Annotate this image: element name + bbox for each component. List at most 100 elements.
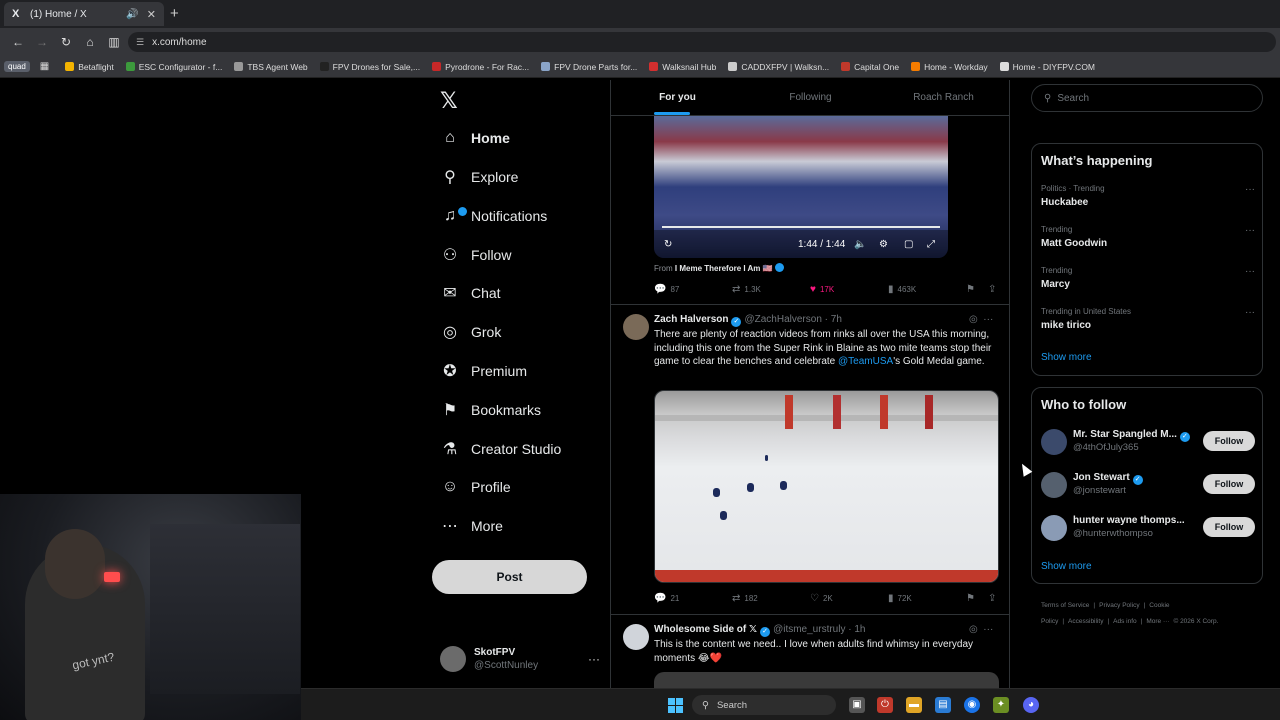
- fullscreen-icon[interactable]: ⤢: [927, 239, 935, 250]
- tab-for-you[interactable]: For you: [611, 80, 744, 115]
- bookmark-item[interactable]: Home - Workday: [911, 62, 988, 72]
- settings-icon[interactable]: ⚙: [879, 239, 888, 250]
- video-player[interactable]: ↻ 1:44 / 1:44 🔈 ⚙ ▢ ⤢: [654, 116, 948, 258]
- search-input[interactable]: ⚲ Search: [1031, 84, 1263, 112]
- nav-item-bookmarks[interactable]: ⚑ Bookmarks: [440, 395, 541, 425]
- footer-link[interactable]: Privacy Policy: [1099, 602, 1139, 609]
- reply-button[interactable]: 💬 21: [654, 593, 679, 604]
- bookmark-item[interactable]: Home - DIYFPV.COM: [999, 62, 1095, 72]
- footer-link[interactable]: More ···: [1146, 618, 1169, 625]
- bookmark-item[interactable]: Walksnail Hub: [649, 62, 716, 72]
- trend-item[interactable]: Trending Marcy ···: [1041, 266, 1255, 290]
- trend-item[interactable]: Trending Matt Goodwin ···: [1041, 225, 1255, 249]
- split-view-icon[interactable]: ▥: [102, 35, 126, 49]
- avatar[interactable]: [623, 624, 649, 650]
- follow-button[interactable]: Follow: [1203, 474, 1255, 494]
- chrome-icon[interactable]: ◉: [964, 697, 980, 713]
- site-info-icon[interactable]: ☰: [136, 37, 144, 48]
- author-handle[interactable]: @ZachHalverson · 7h: [744, 314, 841, 325]
- nav-item-creator-studio[interactable]: ⚗ Creator Studio: [440, 434, 561, 464]
- nav-item-explore[interactable]: ⚲ Explore: [440, 162, 518, 192]
- like-button[interactable]: ♡ 2K: [810, 593, 833, 604]
- repost-button[interactable]: ⇄ 1.3K: [732, 284, 761, 295]
- nav-item-follow[interactable]: ⚇ Follow: [440, 240, 512, 270]
- app-red-icon[interactable]: ⏻: [877, 697, 893, 713]
- show-more-link[interactable]: Show more: [1041, 352, 1092, 363]
- task-view-icon[interactable]: ▣: [849, 697, 865, 713]
- trend-more-icon[interactable]: ···: [1245, 266, 1255, 277]
- follow-suggestion[interactable]: Mr. Star Spangled M... ✓ @4thOfJuly365 Foll…: [1041, 427, 1255, 457]
- back-icon[interactable]: ←: [6, 35, 30, 49]
- bookmark-item[interactable]: FPV Drone Parts for...: [541, 62, 637, 72]
- forward-icon[interactable]: →: [30, 35, 54, 49]
- taskbar-search[interactable]: ⚲ Search: [692, 695, 836, 715]
- share-button[interactable]: ⇪: [988, 593, 1000, 604]
- bookmark-item[interactable]: TBS Agent Web: [234, 62, 308, 72]
- footer-link[interactable]: Ads info: [1113, 618, 1137, 625]
- new-tab-button[interactable]: +: [170, 5, 179, 22]
- from-name[interactable]: I Meme Therefore I Am 🇺🇸: [675, 264, 773, 273]
- suggestion-name[interactable]: Jon Stewart ✓: [1073, 472, 1143, 485]
- bookmark-button[interactable]: ⚑: [966, 284, 979, 295]
- nav-item-chat[interactable]: ✉ Chat: [440, 278, 500, 308]
- repost-button[interactable]: ⇄ 182: [732, 593, 758, 604]
- trend-more-icon[interactable]: ···: [1245, 184, 1255, 195]
- footer-link[interactable]: © 2026 X Corp.: [1173, 618, 1218, 625]
- discord-icon[interactable]: ◕: [1023, 697, 1039, 713]
- grok-icon[interactable]: ◎: [969, 314, 978, 325]
- volume-icon[interactable]: 🔈: [854, 239, 866, 250]
- share-button[interactable]: ⇪: [988, 284, 1000, 295]
- like-button[interactable]: ♥ 17K: [810, 284, 834, 295]
- nav-item-notifications[interactable]: ♫ Notifications: [440, 201, 547, 231]
- replay-icon[interactable]: ↻: [664, 239, 672, 250]
- trend-more-icon[interactable]: ···: [1245, 307, 1255, 318]
- profile-badge[interactable]: quad: [4, 61, 30, 72]
- trend-item[interactable]: Politics · Trending Huckabee ···: [1041, 184, 1255, 208]
- windows-start-icon[interactable]: [668, 698, 683, 713]
- suggestion-name[interactable]: hunter wayne thomps...: [1073, 515, 1185, 526]
- follow-suggestion[interactable]: Jon Stewart ✓ @jonstewart Follow: [1041, 470, 1255, 500]
- reply-button[interactable]: 💬 87: [654, 284, 679, 295]
- bookmark-item[interactable]: Betaflight: [65, 62, 114, 72]
- nav-item-profile[interactable]: ☺ Profile: [440, 472, 511, 502]
- follow-button[interactable]: Follow: [1203, 431, 1255, 451]
- more-icon[interactable]: ···: [983, 314, 993, 325]
- account-more-icon[interactable]: ···: [588, 652, 600, 666]
- video-progress-bar[interactable]: [662, 226, 940, 228]
- suggestion-name[interactable]: Mr. Star Spangled M... ✓: [1073, 429, 1190, 442]
- pip-icon[interactable]: ▢: [904, 239, 913, 250]
- bookmark-button[interactable]: ⚑: [966, 593, 979, 604]
- avatar[interactable]: [1041, 429, 1067, 455]
- bookmark-item[interactable]: Pyrodrone - For Rac...: [432, 62, 529, 72]
- tweet-video[interactable]: [654, 390, 999, 583]
- app-blue-icon[interactable]: ▤: [935, 697, 951, 713]
- account-switcher[interactable]: SkotFPV @ScottNunley ···: [440, 644, 600, 674]
- post-button[interactable]: Post: [432, 560, 587, 594]
- app-green-icon[interactable]: ✦: [993, 697, 1009, 713]
- nav-item-home[interactable]: ⌂ Home: [440, 123, 510, 153]
- tab-following[interactable]: Following: [744, 80, 877, 115]
- bookmark-item[interactable]: ESC Configurator - f...: [125, 62, 222, 72]
- author-name[interactable]: Wholesome Side of 𝕏: [654, 624, 757, 635]
- home-browser-icon[interactable]: ⌂: [78, 35, 102, 49]
- follow-button[interactable]: Follow: [1203, 517, 1255, 537]
- avatar[interactable]: [1041, 472, 1067, 498]
- bookmark-item[interactable]: CADDXFPV | Walksn...: [728, 62, 829, 72]
- show-more-link[interactable]: Show more: [1041, 561, 1092, 572]
- grok-icon[interactable]: ◎: [969, 624, 978, 635]
- views-button[interactable]: ▮ 72K: [888, 593, 912, 604]
- footer-link[interactable]: Terms of Service: [1041, 602, 1089, 609]
- follow-suggestion[interactable]: hunter wayne thomps... @hunterwthompso Fol…: [1041, 513, 1255, 543]
- nav-item-grok[interactable]: ◎ Grok: [440, 317, 501, 347]
- nav-item-more[interactable]: ⋯ More: [440, 511, 503, 541]
- address-bar[interactable]: ☰ x.com/home: [128, 32, 1276, 52]
- views-button[interactable]: ▮ 463K: [888, 284, 916, 295]
- bookmark-item[interactable]: FPV Drones for Sale,...: [319, 62, 420, 72]
- speaker-icon[interactable]: 🔊: [126, 9, 138, 20]
- nav-item-premium[interactable]: ✪ Premium: [440, 356, 527, 386]
- browser-tab[interactable]: X (1) Home / X 🔊 ✕: [4, 2, 164, 26]
- trend-more-icon[interactable]: ···: [1245, 225, 1255, 236]
- author-handle[interactable]: @itsme_urstruly · 1h: [773, 624, 865, 635]
- avatar[interactable]: [1041, 515, 1067, 541]
- trend-item[interactable]: Trending in United States mike tirico ···: [1041, 307, 1255, 331]
